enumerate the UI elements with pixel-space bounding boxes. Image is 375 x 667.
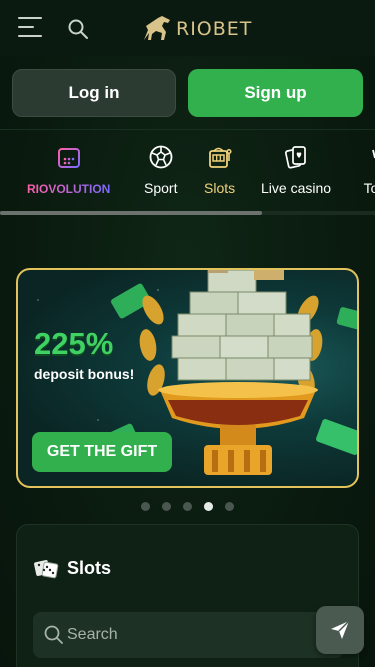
slots-title: Slots [67, 557, 112, 578]
paper-plane-icon [331, 620, 350, 639]
carousel-dot-active[interactable] [204, 502, 213, 511]
carousel-dot[interactable] [141, 502, 150, 511]
slot-machine-icon [208, 147, 232, 168]
tab-label: Sport [144, 180, 178, 196]
horse-logo-icon [144, 16, 170, 40]
riobet-logo[interactable]: RIOBET [140, 14, 252, 44]
logo-text: RIOBET [176, 18, 253, 40]
calendar-icon [57, 146, 80, 168]
hamburger-menu-icon[interactable] [18, 17, 42, 37]
signup-button[interactable]: Sign up [188, 69, 363, 117]
scrollbar-thumb[interactable] [0, 211, 262, 215]
promo-subtitle: deposit bonus! [34, 366, 135, 382]
search-icon [44, 625, 63, 644]
category-scrollbar[interactable] [0, 211, 375, 215]
carousel-dot[interactable] [183, 502, 192, 511]
tab-live-casino[interactable]: Live casino [261, 144, 331, 196]
tab-label: Slots [204, 180, 236, 196]
trophy-icon [372, 149, 375, 159]
tab-label: Live casino [261, 180, 332, 196]
promo-banner[interactable]: 225% deposit bonus! GET THE GIFT [16, 268, 359, 488]
slots-section: Slots [16, 524, 359, 667]
auth-buttons: Log in Sign up [12, 69, 363, 117]
slots-search-box[interactable] [33, 612, 344, 658]
dice-icon [34, 560, 59, 579]
tab-label: To [363, 180, 375, 196]
tab-riovolution[interactable]: RIOVOLUTION [27, 144, 110, 196]
carousel-dots [141, 502, 235, 512]
soccer-ball-icon [149, 145, 173, 169]
slots-header: Slots [33, 555, 111, 581]
tab-sport[interactable]: Sport [144, 144, 177, 196]
carousel-dot[interactable] [162, 502, 171, 511]
slots-search-input[interactable] [67, 612, 317, 658]
tab-label: RIOVOLUTION [27, 182, 111, 196]
category-nav: RIOVOLUTION Sport Slots Live casino To [0, 130, 375, 212]
tab-slots[interactable]: Slots [204, 144, 235, 196]
top-header: RIOBET [0, 0, 375, 56]
promo-percent: 225% [34, 326, 114, 361]
telegram-button[interactable] [316, 606, 364, 654]
carousel-dot[interactable] [225, 502, 234, 511]
get-gift-button[interactable]: GET THE GIFT [32, 432, 172, 472]
tab-tournaments[interactable]: To [358, 144, 375, 196]
search-icon[interactable] [67, 18, 89, 40]
live-cards-icon [285, 146, 306, 169]
login-button[interactable]: Log in [12, 69, 176, 117]
